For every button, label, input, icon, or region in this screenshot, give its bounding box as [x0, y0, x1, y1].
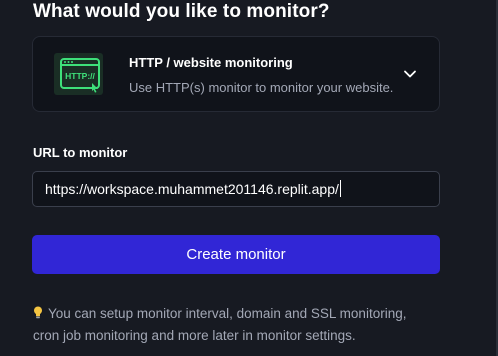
hint-line-1: You can setup monitor interval, domain a…	[48, 306, 407, 321]
http-browser-icon: HTTP://	[54, 53, 103, 95]
hint-line-2: cron job monitoring and more later in mo…	[33, 328, 356, 343]
new-monitor-page: What would you like to monitor? HTTP:// …	[0, 0, 498, 356]
url-field-label: URL to monitor	[33, 145, 128, 160]
url-input-value[interactable]: https://workspace.muhammet201146.replit.…	[45, 180, 341, 197]
text-caret	[339, 180, 341, 197]
http-icon-text: HTTP://	[65, 71, 95, 81]
settings-hint: You can setup monitor interval, domain a…	[33, 303, 453, 347]
chevron-down-icon[interactable]	[403, 67, 417, 81]
monitor-type-description: Use HTTP(s) monitor to monitor your webs…	[129, 80, 394, 95]
create-monitor-button[interactable]: Create monitor	[32, 235, 440, 274]
lightbulb-icon	[34, 306, 42, 319]
page-title: What would you like to monitor?	[33, 1, 330, 22]
monitor-type-select[interactable]: HTTP:// HTTP / website monitoring Use HT…	[32, 36, 440, 112]
monitor-type-title: HTTP / website monitoring	[129, 55, 293, 70]
